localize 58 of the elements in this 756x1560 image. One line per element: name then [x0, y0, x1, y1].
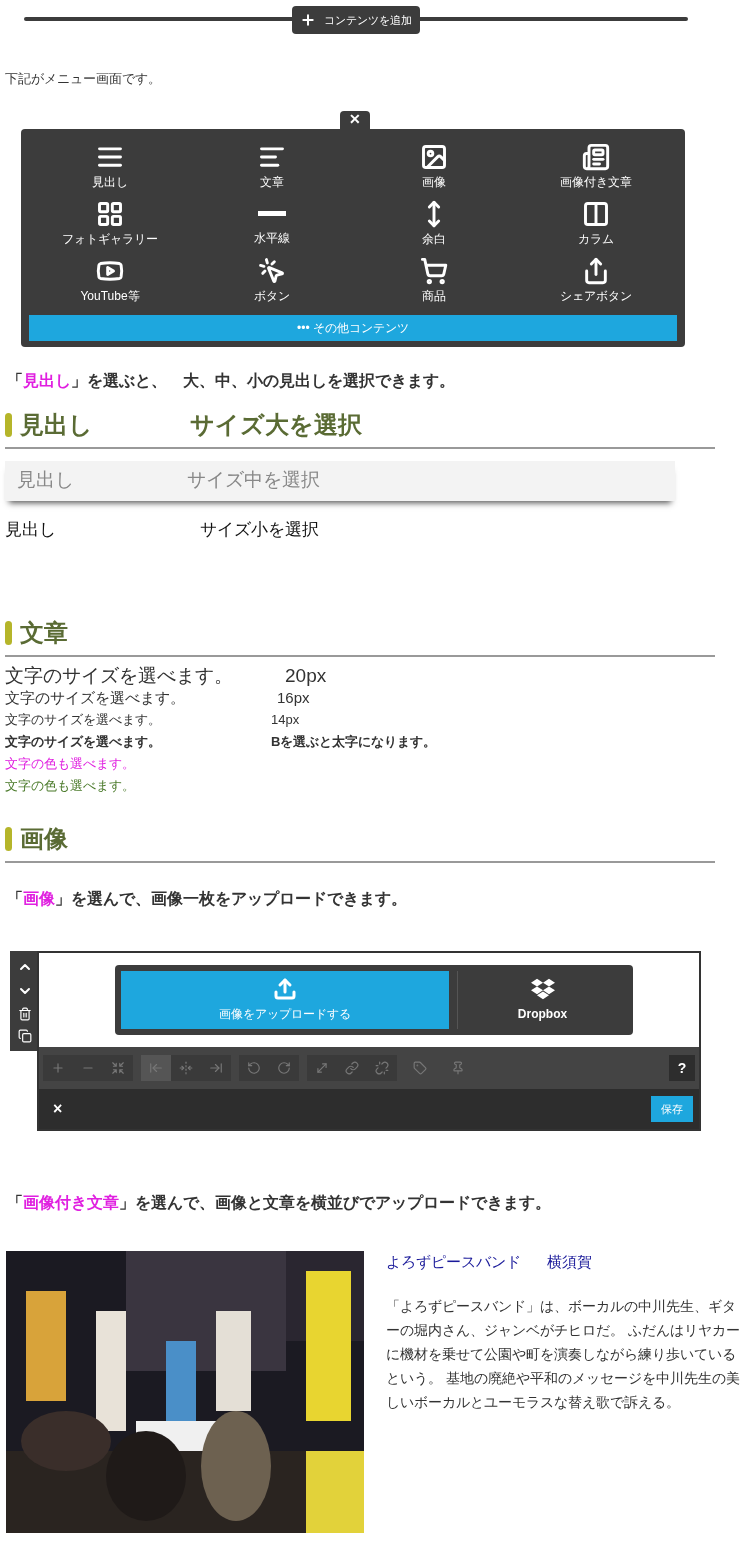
pointer-icon: [258, 256, 286, 285]
menu-item[interactable]: フォトギャラリー: [29, 199, 191, 248]
sample-note: 14px: [271, 711, 300, 729]
sample-note: Bを選ぶと太字になります。: [271, 733, 437, 751]
copy-icon: [18, 1029, 32, 1043]
instruction-text: 「画像付き文章」を選んで、画像と文章を横並びでアップロードできます。: [7, 1193, 552, 1213]
sample-text: 文字のサイズを選べます。: [5, 733, 162, 751]
menu-item[interactable]: 商品: [353, 256, 515, 305]
menu-item[interactable]: ボタン: [191, 256, 353, 305]
article-body: 「よろずピースバンド」は、ボーカルの中川先生、ギターの堀内さん、ジャンベがチヒロだ。 ふだんはリヤカーに機材を乗せて公園や町を演奏しながら練り歩いているという。 基地の廃絶や平和のメッセージを中川先生の美しいボーカルとユーモラスな替え歌で訴える。: [386, 1296, 741, 1412]
columns-icon: [582, 199, 610, 228]
plus-icon: [300, 12, 316, 28]
size-note: サイズ小を選択: [200, 518, 319, 541]
trash-icon: [18, 1007, 32, 1021]
instruction-text: 「見出し」を選ぶと、 大、中、小の見出しを選択できます。: [7, 370, 456, 391]
sample-text: 文字の色も選べます。: [5, 755, 135, 773]
upload-icon: [273, 977, 297, 1001]
heading-sample: 見出し: [5, 518, 57, 541]
dropbox-button[interactable]: Dropbox: [457, 971, 627, 1029]
heading-sample: 見出し: [17, 468, 75, 493]
menu-item[interactable]: 見出し: [29, 142, 191, 191]
menu-item[interactable]: カラム: [515, 199, 677, 248]
sample-text: 文字の色も選べます。: [5, 777, 135, 795]
article-place: 横須賀: [547, 1252, 592, 1272]
heading-sample: 見出し: [20, 409, 94, 440]
menu-item[interactable]: YouTube等: [29, 256, 191, 305]
sample-text: 文字のサイズを選べます。: [5, 688, 186, 708]
menu-item[interactable]: 余白: [353, 199, 515, 248]
section-heading: 画像: [20, 824, 68, 854]
align-left-icon[interactable]: [141, 1055, 171, 1081]
menu-item[interactable]: 水平線: [191, 199, 353, 248]
cancel-button[interactable]: ×: [53, 1097, 63, 1121]
help-button[interactable]: ?: [669, 1055, 695, 1081]
sample-note: 16px: [277, 688, 310, 708]
menu-item[interactable]: シェアボタン: [515, 256, 677, 305]
sample-note: 20px: [285, 665, 327, 687]
image-icon: [420, 142, 448, 171]
heading-marker: [5, 621, 12, 645]
close-button[interactable]: ✕: [340, 110, 370, 129]
menu-item[interactable]: 画像: [353, 142, 515, 191]
dropbox-icon: [530, 977, 555, 1001]
sample-text: 文字のサイズを選べます。: [5, 711, 162, 729]
grid-icon: [96, 199, 124, 228]
sample-text: 文字のサイズを選べます。: [5, 665, 234, 687]
menu-item[interactable]: 文章: [191, 142, 353, 191]
image-text-icon: [582, 142, 610, 171]
add-content-button[interactable]: コンテンツを追加: [292, 6, 420, 34]
instruction-text: 「画像」を選んで、画像一枚をアップロードできます。: [7, 889, 408, 909]
heading-marker: [5, 412, 12, 437]
intro-text: 下記がメニュー画面です。: [5, 70, 162, 88]
size-note: サイズ中を選択: [187, 468, 320, 493]
cart-icon: [420, 256, 448, 285]
menu-item[interactable]: 画像付き文章: [515, 142, 677, 191]
section-heading: 文章: [20, 618, 68, 648]
share-icon: [582, 256, 610, 285]
article-title: よろずピースバンド: [386, 1252, 521, 1272]
size-note: サイズ大を選択: [190, 409, 362, 440]
heading-marker: [5, 827, 12, 851]
